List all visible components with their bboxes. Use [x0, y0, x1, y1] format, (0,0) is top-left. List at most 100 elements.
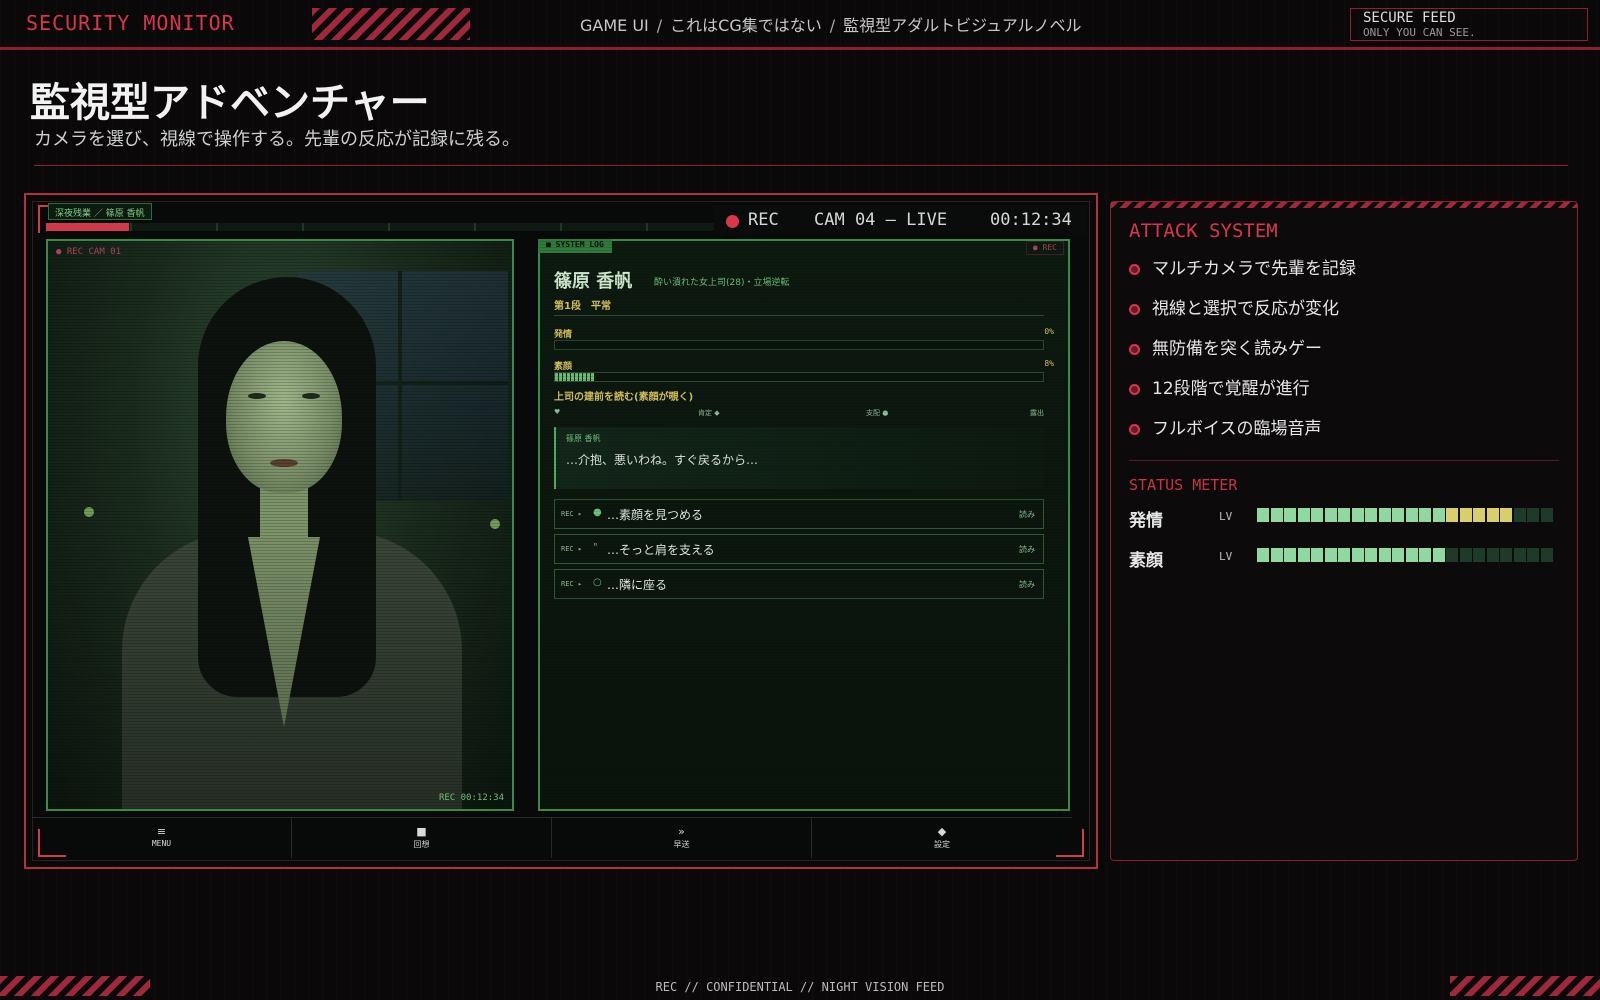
menu-button[interactable]: ≡ MENU — [32, 818, 292, 858]
stat-segment — [1419, 508, 1431, 522]
camera-feed[interactable]: ● REC CAM 01 REC 00:12:34 — [46, 239, 514, 811]
breadcrumb-item[interactable]: これはCG集ではない — [670, 16, 822, 35]
feature-text: 12段階で覚醒が進行 — [1152, 379, 1310, 399]
system-log-tab: ■ SYSTEM LOG — [538, 239, 612, 253]
scale-label: 露出 — [1030, 409, 1044, 417]
feature-text: フルボイスの臨場音声 — [1152, 419, 1322, 439]
stat-segment — [1446, 508, 1458, 522]
nav-label: 早送 — [673, 840, 690, 849]
choice-hint: 読み — [1019, 510, 1035, 519]
stat-segment — [1311, 548, 1323, 562]
stat-segment — [1459, 548, 1472, 562]
breadcrumb-item[interactable]: 監視型アダルトビジュアルノベル — [843, 16, 1081, 35]
heart-icon: ♥ — [554, 408, 561, 416]
character-neckline — [248, 537, 320, 727]
stat-segment — [1405, 508, 1418, 522]
stat-segment — [1338, 548, 1350, 562]
feature-item: 視線と選択で反応が変化 — [1129, 294, 1339, 319]
feature-item: フルボイスの臨場音声 — [1129, 414, 1322, 439]
feature-text: 無防備を突く読みゲー — [1152, 339, 1322, 359]
meter-fill-true-face — [555, 373, 595, 381]
meter-label-true-face: 素顔 — [554, 362, 573, 372]
page-subtitle: カメラを選び、視線で操作する。先輩の反応が記録に残る。 — [34, 129, 520, 150]
recollection-button[interactable]: ■ 回想 — [292, 818, 552, 858]
fast-forward-button[interactable]: » 早送 — [552, 818, 812, 858]
choice-hint: 読み — [1019, 545, 1035, 554]
rec-status-bar: REC CAM 04 — LIVE 00:12:34 — [714, 205, 1086, 235]
footer-text: REC // CONFIDENTIAL // NIGHT VISION FEED — [655, 980, 945, 994]
panel-title: ATTACK SYSTEM — [1129, 220, 1278, 242]
character-face — [226, 341, 342, 493]
secure-feed-title: SECURE FEED — [1363, 10, 1456, 26]
choice-text: …隣に座る — [607, 578, 668, 592]
stat-segment — [1297, 548, 1310, 562]
stat-segment — [1392, 548, 1404, 562]
stat-segment — [1446, 548, 1458, 562]
divider — [34, 165, 1568, 166]
stat-segment — [1297, 508, 1310, 522]
choice-hint: 読み — [1019, 580, 1035, 589]
character-description: 酔い潰れた女上司(28)・立場逆転 — [654, 278, 790, 288]
choice-option[interactable]: REC ▸ ○ …隣に座る 読み — [554, 569, 1044, 599]
choice-option[interactable]: REC ▸ ● …素顔を見つめる 読み — [554, 499, 1044, 529]
scale-label: 支配 ● — [866, 409, 889, 417]
dialogue-box[interactable]: 篠原 香帆 …介抱、悪いわね。すぐ戻るから… — [554, 427, 1044, 489]
rec-label: REC — [748, 210, 779, 230]
stat-segment — [1257, 508, 1269, 522]
game-screen: 深夜残業 ／ 篠原 香帆 REC CAM 04 — LIVE 00:12:34 … — [24, 193, 1098, 869]
stat-segment — [1540, 548, 1553, 562]
meter-percent-arousal: 0% — [1044, 327, 1054, 336]
bullet-icon — [1129, 304, 1140, 315]
stat-segment — [1473, 508, 1485, 522]
feature-item: 12段階で覚醒が進行 — [1129, 374, 1310, 399]
choice-circle-icon: ○ — [593, 577, 602, 588]
attack-system-panel: ATTACK SYSTEM マルチカメラで先輩を記録 視線と選択で反応が変化 無… — [1110, 201, 1578, 861]
stat-segment — [1419, 548, 1431, 562]
system-log-panel: ■ SYSTEM LOG ● REC 篠原 香帆 酔い潰れた女上司(28)・立場… — [538, 239, 1070, 811]
diamond-icon: ◆ — [937, 825, 947, 838]
stat-segment — [1486, 548, 1499, 562]
rec-timer: 00:12:34 — [990, 210, 1072, 230]
stat-name: 発情 — [1129, 511, 1163, 531]
stat-segment — [1270, 548, 1283, 562]
choice-prefix: REC ▸ — [561, 545, 583, 553]
dialogue-speaker: 篠原 香帆 — [566, 434, 601, 443]
scene-progress — [46, 223, 736, 231]
camera-timestamp: REC 00:12:34 — [438, 793, 504, 803]
scene-tag: 深夜残業 ／ 篠原 香帆 — [48, 203, 152, 220]
background-light — [490, 519, 500, 529]
choice-text: …素顔を見つめる — [607, 508, 704, 522]
divider — [1129, 460, 1559, 461]
choice-prefix: REC ▸ — [561, 580, 583, 588]
page-title: 監視型アドベンチャー — [30, 80, 430, 126]
character-neck — [260, 481, 308, 551]
nav-label: 設定 — [934, 840, 950, 849]
character-eye — [302, 393, 320, 399]
secure-feed-badge: SECURE FEED ONLY YOU CAN SEE. — [1350, 8, 1588, 41]
stat-segment — [1486, 508, 1499, 522]
stat-segment — [1378, 548, 1391, 562]
hazard-stripes — [312, 8, 470, 40]
stat-segment — [1473, 548, 1485, 562]
divider — [554, 315, 1044, 316]
feature-text: マルチカメラで先輩を記録 — [1152, 259, 1356, 279]
status-meter-title: STATUS METER — [1129, 476, 1238, 494]
stat-segment — [1392, 508, 1404, 522]
breadcrumb-item[interactable]: GAME UI — [580, 16, 649, 35]
stat-segment — [1540, 508, 1553, 522]
character-lips — [270, 459, 298, 467]
stat-segment — [1378, 508, 1391, 522]
stat-segment — [1365, 548, 1377, 562]
settings-button[interactable]: ◆ 設定 — [812, 818, 1072, 858]
stat-segment — [1284, 508, 1296, 522]
rec-dot-icon — [726, 215, 739, 228]
stat-segment — [1459, 508, 1472, 522]
feature-item: 無防備を突く読みゲー — [1129, 334, 1322, 359]
choice-option[interactable]: REC ▸ " …そっと肩を支える 読み — [554, 534, 1044, 564]
reaction-scale: ♥ 肯定 ◆ 支配 ● 露出 — [554, 408, 1044, 420]
stat-segment — [1500, 508, 1512, 522]
stat-segment — [1513, 508, 1526, 522]
top-bar: SECURITY MONITOR GAME UI / これはCG集ではない / 監視型ア… — [0, 0, 1600, 50]
stat-segment — [1513, 548, 1526, 562]
character-body — [122, 531, 462, 809]
